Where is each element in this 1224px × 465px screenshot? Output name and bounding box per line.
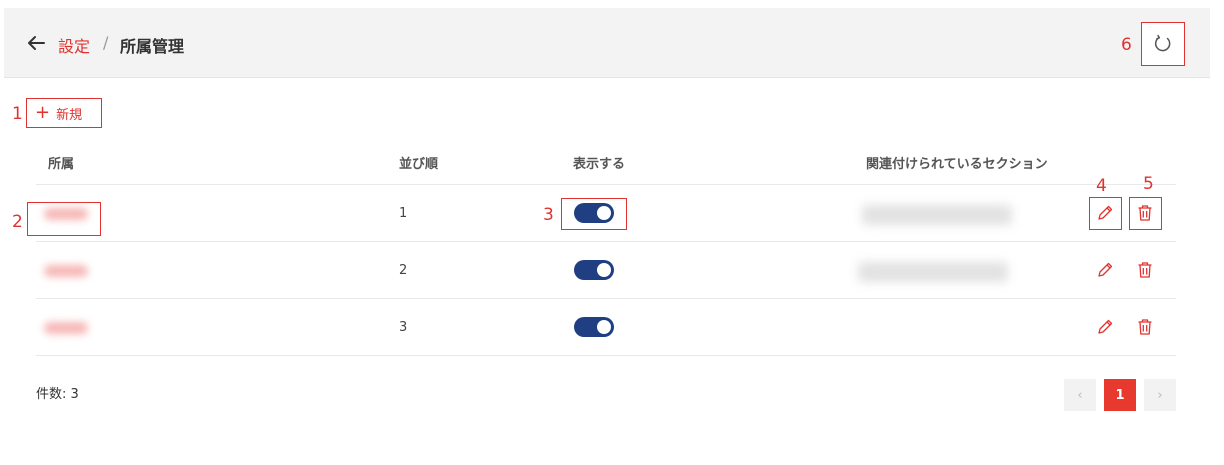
breadcrumb-separator: / [103,33,109,52]
toggle-knob [597,263,611,277]
annotation-number-5: 5 [1143,174,1154,194]
edit-button[interactable] [1092,257,1118,283]
affiliation-name-redacted[interactable] [44,208,88,220]
pencil-icon [1098,319,1113,334]
affiliation-name-redacted[interactable] [44,322,88,334]
column-header-affiliation: 所属 [48,157,75,172]
visibility-toggle[interactable] [574,203,614,223]
order-value: 1 [399,206,408,221]
add-new-button[interactable]: + 新規 [26,98,102,128]
annotation-number-1: 1 [12,104,23,124]
delete-button[interactable] [1132,314,1158,340]
toggle-knob [597,206,611,220]
section-list-redacted [862,205,1012,225]
breadcrumb-settings-link[interactable]: 設定 [58,33,90,57]
column-header-visible: 表示する [573,157,626,172]
delete-button[interactable] [1132,257,1158,283]
pencil-icon [1098,205,1113,220]
trash-icon [1138,262,1152,278]
order-value: 3 [399,320,408,335]
column-header-sections: 関連付けられているセクション [866,157,1048,172]
refresh-icon [1154,34,1171,52]
edit-button[interactable] [1092,314,1118,340]
row-divider [36,355,1176,356]
affiliation-name-redacted[interactable] [44,265,88,277]
annotation-number-3: 3 [543,205,554,225]
row-divider [36,241,1176,242]
row-divider [36,298,1176,299]
trash-icon [1138,319,1152,335]
section-list-redacted [858,262,1008,282]
pencil-icon [1098,262,1113,277]
annotation-number-4: 4 [1096,176,1107,196]
refresh-button[interactable] [1141,22,1185,66]
row-divider [36,184,1176,185]
back-arrow-icon[interactable] [26,34,46,52]
delete-button[interactable] [1132,200,1158,226]
pagination-prev-button[interactable]: ‹ [1064,379,1096,411]
record-count: 件数: 3 [36,387,79,402]
add-new-label: 新規 [56,107,83,123]
edit-button[interactable] [1092,200,1118,226]
order-value: 2 [399,263,408,278]
plus-icon: + [35,102,51,123]
pagination-next-button[interactable]: › [1144,379,1176,411]
visibility-toggle[interactable] [574,317,614,337]
column-header-order: 並び順 [399,157,439,172]
toggle-knob [597,320,611,334]
pagination-page-1[interactable]: 1 [1104,379,1136,411]
visibility-toggle[interactable] [574,260,614,280]
page-header: 設定 / 所属管理 [4,8,1210,78]
trash-icon [1138,205,1152,221]
annotation-number-2: 2 [12,212,23,232]
page-title: 所属管理 [120,37,185,56]
annotation-number-6: 6 [1121,35,1132,55]
